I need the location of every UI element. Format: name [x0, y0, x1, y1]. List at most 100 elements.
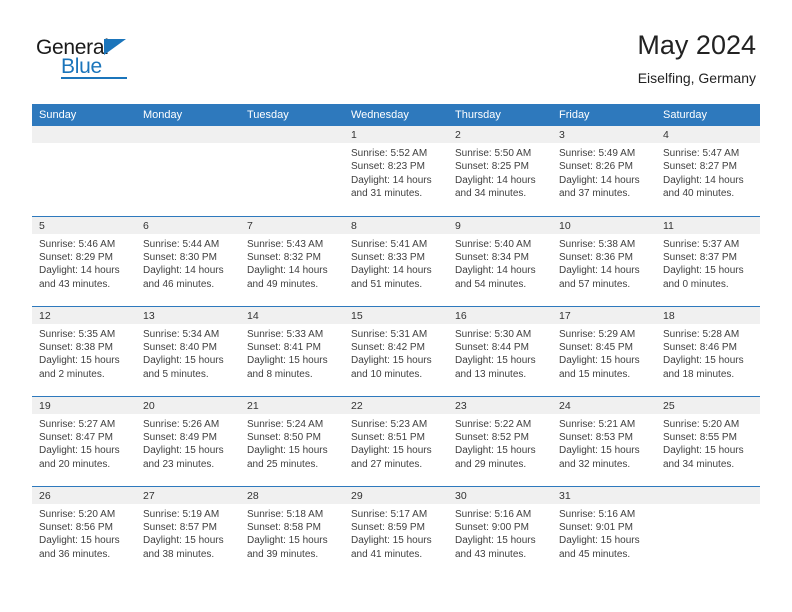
calendar-day-cell[interactable]: 10 Sunrise: 5:38 AM Sunset: 8:36 PM Dayligh…	[552, 215, 656, 306]
day-daylight2-text: and 20 minutes.	[39, 458, 111, 470]
day-number: 12	[32, 306, 136, 324]
day-details: Sunrise: 5:18 AM Sunset: 8:58 PM Daylight:…	[240, 504, 344, 562]
day-sunrise-text: Sunrise: 5:43 AM	[247, 238, 324, 250]
day-sunset-text: Sunset: 8:57 PM	[143, 521, 217, 533]
day-daylight1-text: Daylight: 15 hours	[663, 445, 744, 457]
day-sunrise-text: Sunrise: 5:20 AM	[39, 508, 116, 520]
day-details: Sunrise: 5:26 AM Sunset: 8:49 PM Daylight:…	[136, 414, 240, 472]
day-daylight2-text: and 38 minutes.	[143, 548, 215, 560]
day-details: Sunrise: 5:16 AM Sunset: 9:00 PM Daylight:…	[448, 504, 552, 562]
day-sunset-text: Sunset: 8:42 PM	[351, 341, 425, 353]
day-number: 28	[240, 486, 344, 504]
day-details: Sunrise: 5:24 AM Sunset: 8:50 PM Daylight:…	[240, 414, 344, 472]
day-sunset-text: Sunset: 8:46 PM	[663, 341, 737, 353]
day-daylight1-text: Daylight: 14 hours	[455, 265, 536, 277]
day-daylight2-text: and 51 minutes.	[351, 278, 423, 290]
day-sunset-text: Sunset: 9:00 PM	[455, 521, 529, 533]
calendar-day-cell[interactable]: 17 Sunrise: 5:29 AM Sunset: 8:45 PM Dayligh…	[552, 305, 656, 396]
calendar-day-cell[interactable]: 27 Sunrise: 5:19 AM Sunset: 8:57 PM Dayligh…	[136, 485, 240, 576]
day-number: 4	[656, 126, 760, 143]
day-sunset-text: Sunset: 8:36 PM	[559, 251, 633, 263]
calendar-day-cell[interactable]: 19 Sunrise: 5:27 AM Sunset: 8:47 PM Dayligh…	[32, 395, 136, 486]
day-number: 3	[552, 126, 656, 143]
calendar-day-cell[interactable]: 23 Sunrise: 5:22 AM Sunset: 8:52 PM Dayligh…	[448, 395, 552, 486]
day-details: Sunrise: 5:43 AM Sunset: 8:32 PM Daylight:…	[240, 234, 344, 292]
calendar-day-cell[interactable]: 25 Sunrise: 5:20 AM Sunset: 8:55 PM Dayligh…	[656, 395, 760, 486]
day-sunset-text: Sunset: 8:58 PM	[247, 521, 321, 533]
calendar-day-cell[interactable]: 18 Sunrise: 5:28 AM Sunset: 8:46 PM Dayligh…	[656, 305, 760, 396]
calendar-day-cell[interactable]: 15 Sunrise: 5:31 AM Sunset: 8:42 PM Dayligh…	[344, 305, 448, 396]
day-daylight2-text: and 49 minutes.	[247, 278, 319, 290]
day-daylight2-text: and 34 minutes.	[663, 458, 735, 470]
day-number: 11	[656, 216, 760, 234]
day-daylight2-text: and 29 minutes.	[455, 458, 527, 470]
day-number: 30	[448, 486, 552, 504]
calendar-day-cell[interactable]: 5 Sunrise: 5:46 AM Sunset: 8:29 PM Daylight…	[32, 215, 136, 306]
calendar-day-cell[interactable]: 26 Sunrise: 5:20 AM Sunset: 8:56 PM Dayligh…	[32, 485, 136, 576]
calendar-day-cell[interactable]: 12 Sunrise: 5:35 AM Sunset: 8:38 PM Dayligh…	[32, 305, 136, 396]
day-details: Sunrise: 5:52 AM Sunset: 8:23 PM Daylight:…	[344, 143, 448, 201]
day-sunrise-text: Sunrise: 5:21 AM	[559, 418, 636, 430]
day-details: Sunrise: 5:23 AM Sunset: 8:51 PM Daylight:…	[344, 414, 448, 472]
day-sunrise-text: Sunrise: 5:30 AM	[455, 328, 532, 340]
calendar-day-cell-empty	[656, 485, 760, 576]
day-daylight2-text: and 5 minutes.	[143, 368, 209, 380]
calendar-day-cell[interactable]: 9 Sunrise: 5:40 AM Sunset: 8:34 PM Daylight…	[448, 215, 552, 306]
day-sunrise-text: Sunrise: 5:52 AM	[351, 148, 428, 159]
logo-text-blue: Blue	[61, 55, 102, 78]
calendar-day-cell[interactable]: 4 Sunrise: 5:47 AM Sunset: 8:27 PM Daylight…	[656, 126, 760, 216]
calendar-day-cell[interactable]: 14 Sunrise: 5:33 AM Sunset: 8:41 PM Dayligh…	[240, 305, 344, 396]
calendar-day-cell[interactable]: 2 Sunrise: 5:50 AM Sunset: 8:25 PM Daylight…	[448, 126, 552, 216]
day-daylight2-text: and 13 minutes.	[455, 368, 527, 380]
day-number	[136, 126, 240, 143]
day-daylight2-text: and 41 minutes.	[351, 548, 423, 560]
calendar-day-cell[interactable]: 13 Sunrise: 5:34 AM Sunset: 8:40 PM Dayligh…	[136, 305, 240, 396]
day-daylight2-text: and 2 minutes.	[39, 368, 105, 380]
page-title: May 2024	[637, 30, 756, 60]
calendar-day-cell[interactable]: 7 Sunrise: 5:43 AM Sunset: 8:32 PM Daylight…	[240, 215, 344, 306]
day-details: Sunrise: 5:46 AM Sunset: 8:29 PM Daylight:…	[32, 234, 136, 292]
calendar-day-cell[interactable]: 28 Sunrise: 5:18 AM Sunset: 8:58 PM Dayligh…	[240, 485, 344, 576]
day-sunset-text: Sunset: 8:55 PM	[663, 431, 737, 443]
day-details: Sunrise: 5:41 AM Sunset: 8:33 PM Daylight:…	[344, 234, 448, 292]
day-number: 31	[552, 486, 656, 504]
day-number: 17	[552, 306, 656, 324]
calendar-day-cell[interactable]: 16 Sunrise: 5:30 AM Sunset: 8:44 PM Dayligh…	[448, 305, 552, 396]
calendar-day-cell[interactable]: 8 Sunrise: 5:41 AM Sunset: 8:33 PM Daylight…	[344, 215, 448, 306]
day-sunrise-text: Sunrise: 5:26 AM	[143, 418, 220, 430]
day-daylight1-text: Daylight: 15 hours	[663, 265, 744, 277]
calendar-day-cell[interactable]: 30 Sunrise: 5:16 AM Sunset: 9:00 PM Dayligh…	[448, 485, 552, 576]
day-sunrise-text: Sunrise: 5:27 AM	[39, 418, 116, 430]
calendar-day-cell[interactable]: 29 Sunrise: 5:17 AM Sunset: 8:59 PM Dayligh…	[344, 485, 448, 576]
calendar-day-cell-empty	[240, 126, 344, 216]
day-details: Sunrise: 5:16 AM Sunset: 9:01 PM Daylight:…	[552, 504, 656, 562]
calendar-day-cell-empty	[32, 126, 136, 216]
day-sunset-text: Sunset: 8:26 PM	[559, 161, 633, 173]
day-sunrise-text: Sunrise: 5:50 AM	[455, 148, 532, 159]
calendar-day-cell[interactable]: 11 Sunrise: 5:37 AM Sunset: 8:37 PM Dayligh…	[656, 215, 760, 306]
day-daylight2-text: and 40 minutes.	[663, 188, 735, 200]
calendar-day-cell[interactable]: 21 Sunrise: 5:24 AM Sunset: 8:50 PM Dayligh…	[240, 395, 344, 486]
day-daylight1-text: Daylight: 14 hours	[663, 174, 744, 186]
day-daylight2-text: and 46 minutes.	[143, 278, 215, 290]
day-daylight2-text: and 43 minutes.	[455, 548, 527, 560]
day-daylight2-text: and 36 minutes.	[39, 548, 111, 560]
calendar-day-cell[interactable]: 6 Sunrise: 5:44 AM Sunset: 8:30 PM Daylight…	[136, 215, 240, 306]
day-daylight1-text: Daylight: 15 hours	[455, 535, 536, 547]
calendar-day-cell[interactable]: 1 Sunrise: 5:52 AM Sunset: 8:23 PM Daylight…	[344, 126, 448, 216]
calendar-day-cell[interactable]: 22 Sunrise: 5:23 AM Sunset: 8:51 PM Dayligh…	[344, 395, 448, 486]
day-daylight1-text: Daylight: 14 hours	[143, 265, 224, 277]
day-number	[240, 126, 344, 143]
calendar-day-cell[interactable]: 31 Sunrise: 5:16 AM Sunset: 9:01 PM Dayligh…	[552, 485, 656, 576]
day-daylight2-text: and 34 minutes.	[455, 188, 527, 200]
day-daylight2-text: and 54 minutes.	[455, 278, 527, 290]
day-number: 18	[656, 306, 760, 324]
calendar-day-cell[interactable]: 20 Sunrise: 5:26 AM Sunset: 8:49 PM Dayligh…	[136, 395, 240, 486]
day-daylight1-text: Daylight: 15 hours	[39, 535, 120, 547]
day-daylight1-text: Daylight: 15 hours	[559, 445, 640, 457]
calendar-day-cell[interactable]: 24 Sunrise: 5:21 AM Sunset: 8:53 PM Dayligh…	[552, 395, 656, 486]
generalblue-logo: General Blue	[36, 36, 156, 84]
day-sunrise-text: Sunrise: 5:24 AM	[247, 418, 324, 430]
day-daylight2-text: and 23 minutes.	[143, 458, 215, 470]
calendar-day-cell[interactable]: 3 Sunrise: 5:49 AM Sunset: 8:26 PM Daylight…	[552, 126, 656, 216]
